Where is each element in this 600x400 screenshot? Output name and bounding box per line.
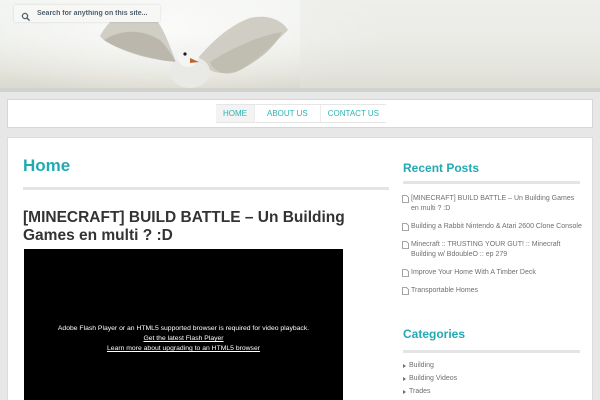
header-banner (0, 0, 600, 92)
recent-post-link[interactable]: Improve Your Home With A Timber Deck (411, 268, 536, 278)
search-input[interactable] (37, 6, 155, 21)
document-icon (402, 223, 409, 231)
category-link[interactable]: Trades (409, 388, 431, 395)
list-item[interactable]: Trades (403, 385, 457, 398)
recent-post-link[interactable]: Minecraft :: TRUSTING YOUR GUT! :: Minec… (411, 240, 582, 260)
recent-post-link[interactable]: Transportable Homes (411, 286, 478, 296)
search-icon (21, 9, 31, 21)
nav-menu: HOME ABOUT US CONTACT US (216, 104, 387, 123)
list-item[interactable]: Minecraft :: TRUSTING YOUR GUT! :: Minec… (402, 240, 582, 260)
main-content: Home [MINECRAFT] BUILD BATTLE – Un Build… (7, 137, 593, 400)
list-item[interactable]: [MINECRAFT] BUILD BATTLE – Un Building G… (402, 194, 582, 214)
nav-item-home[interactable]: HOME (216, 105, 254, 122)
nav-item-about-us[interactable]: ABOUT US (254, 105, 320, 122)
player-message: Adobe Flash Player or an HTML5 supported… (57, 325, 310, 332)
player-message-block: Adobe Flash Player or an HTML5 supported… (24, 324, 343, 354)
chevron-right-icon (403, 363, 406, 368)
list-item[interactable]: Building (403, 359, 457, 372)
header-divider (0, 88, 600, 92)
recent-post-link[interactable]: [MINECRAFT] BUILD BATTLE – Un Building G… (411, 194, 582, 214)
recent-posts-list: [MINECRAFT] BUILD BATTLE – Un Building G… (402, 194, 582, 304)
category-link[interactable]: Building Videos (409, 375, 457, 382)
main-navigation: HOME ABOUT US CONTACT US (7, 99, 593, 128)
recent-post-link[interactable]: Building a Rabbit Nintendo & Atari 2600 … (411, 222, 582, 232)
post-title[interactable]: [MINECRAFT] BUILD BATTLE – Un Building G… (23, 209, 381, 245)
document-icon (402, 287, 409, 295)
search-box[interactable] (14, 5, 160, 22)
categories-heading: Categories (403, 327, 466, 341)
list-item[interactable]: Building a Rabbit Nintendo & Atari 2600 … (402, 222, 582, 232)
categories-list: Building Building Videos Trades (403, 359, 457, 398)
list-item[interactable]: Transportable Homes (402, 286, 582, 296)
video-player[interactable]: Adobe Flash Player or an HTML5 supported… (24, 249, 343, 400)
list-item[interactable]: Building Videos (403, 372, 457, 385)
category-link[interactable]: Building (409, 362, 434, 369)
recent-posts-divider (403, 181, 580, 184)
chevron-right-icon (403, 389, 406, 394)
chevron-right-icon (403, 376, 406, 381)
document-icon (402, 241, 409, 249)
page-title: Home (23, 156, 71, 175)
recent-posts-heading: Recent Posts (403, 161, 480, 175)
document-icon (402, 195, 409, 203)
flash-player-link[interactable]: Get the latest Flash Player (24, 334, 343, 344)
document-icon (402, 269, 409, 277)
html5-browser-link[interactable]: Learn more about upgrading to an HTML5 b… (24, 344, 343, 354)
nav-item-contact-us[interactable]: CONTACT US (319, 105, 386, 122)
list-item[interactable]: Improve Your Home With A Timber Deck (402, 268, 582, 278)
categories-divider (403, 350, 580, 353)
title-divider (23, 187, 389, 190)
